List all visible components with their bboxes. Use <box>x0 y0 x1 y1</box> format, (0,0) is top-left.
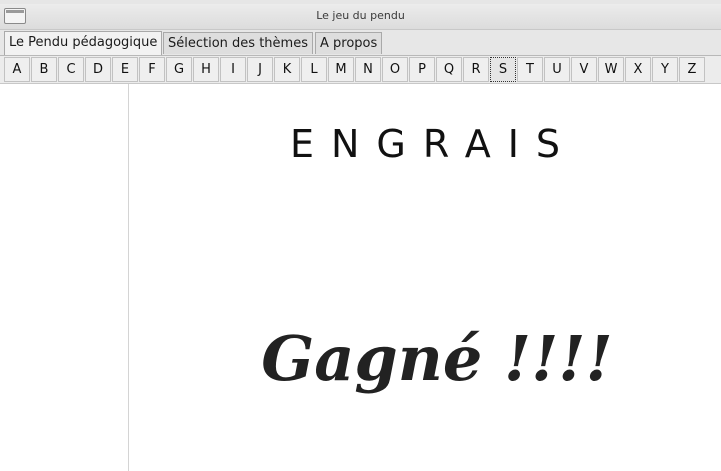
tab-selection-themes[interactable]: Sélection des thèmes <box>163 32 313 54</box>
letter-button-b[interactable]: B <box>31 57 57 82</box>
letter-button-x[interactable]: X <box>625 57 651 82</box>
letter-button-d[interactable]: D <box>85 57 111 82</box>
letter-button-k[interactable]: K <box>274 57 300 82</box>
letter-button-y[interactable]: Y <box>652 57 678 82</box>
letter-button-v[interactable]: V <box>571 57 597 82</box>
letter-button-q[interactable]: Q <box>436 57 462 82</box>
window-title: Le jeu du pendu <box>316 9 405 22</box>
letter-button-bar: ABCDEFGHIJKLMNOPQRSTUVWXYZ <box>0 56 721 84</box>
tab-bar: Le Pendu pédagogique Sélection des thème… <box>0 30 721 56</box>
tab-a-propos[interactable]: A propos <box>315 32 383 54</box>
letter-button-r[interactable]: R <box>463 57 489 82</box>
letter-button-e[interactable]: E <box>112 57 138 82</box>
letter-button-f[interactable]: F <box>139 57 165 82</box>
letter-button-p[interactable]: P <box>409 57 435 82</box>
letter-button-j[interactable]: J <box>247 57 273 82</box>
letter-button-a[interactable]: A <box>4 57 30 82</box>
hangman-drawing-panel <box>0 84 129 471</box>
letter-button-s[interactable]: S <box>490 57 516 82</box>
letter-button-n[interactable]: N <box>355 57 381 82</box>
game-area: ENGRAIS Gagné !!!! <box>129 84 721 471</box>
letter-button-z[interactable]: Z <box>679 57 705 82</box>
result-message: Gagné !!!! <box>261 322 613 395</box>
letter-button-l[interactable]: L <box>301 57 327 82</box>
guessed-word: ENGRAIS <box>289 122 578 166</box>
letter-button-t[interactable]: T <box>517 57 543 82</box>
tab-le-pendu[interactable]: Le Pendu pédagogique <box>4 31 163 55</box>
letter-button-o[interactable]: O <box>382 57 408 82</box>
letter-button-u[interactable]: U <box>544 57 570 82</box>
letter-button-g[interactable]: G <box>166 57 192 82</box>
letter-button-i[interactable]: I <box>220 57 246 82</box>
letter-button-w[interactable]: W <box>598 57 624 82</box>
title-bar: Le jeu du pendu <box>0 4 721 30</box>
letter-button-m[interactable]: M <box>328 57 354 82</box>
letter-button-c[interactable]: C <box>58 57 84 82</box>
letter-button-h[interactable]: H <box>193 57 219 82</box>
